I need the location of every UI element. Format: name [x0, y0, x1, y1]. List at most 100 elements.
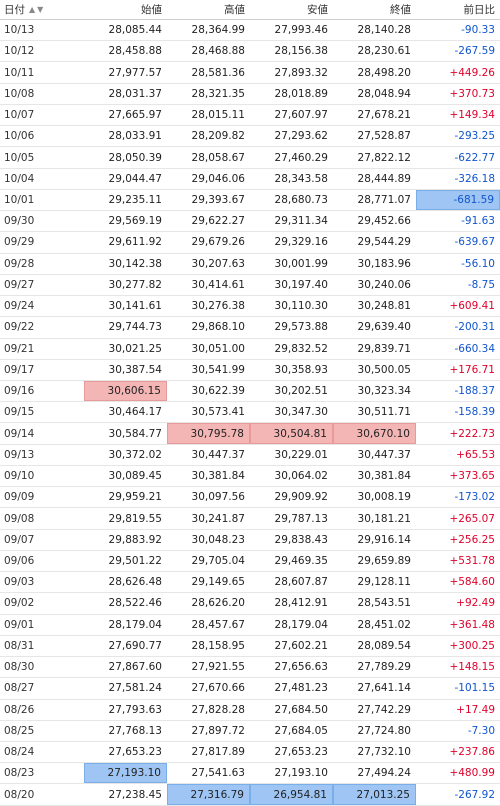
- table-row[interactable]: 09/07 29,883.92 30,048.23 29,838.43 29,916.1…: [0, 530, 500, 551]
- cell-low: 30,358.93: [274, 363, 328, 376]
- table-body: 10/13 28,085.44 28,364.99 27,993.46 28,140.2…: [0, 20, 500, 806]
- table-row[interactable]: 10/11 27,977.57 28,581.36 27,893.32 28,498.2…: [0, 62, 500, 84]
- table-row[interactable]: 09/13 30,372.02 30,447.37 30,229.01 30,447.3…: [0, 445, 500, 466]
- table-row[interactable]: 09/30 29,569.19 29,622.27 29,311.34 29,452.6…: [0, 211, 500, 233]
- table-row[interactable]: 10/12 28,458.88 28,468.88 28,156.38 28,230.6…: [0, 41, 500, 63]
- cell-change: -56.10: [461, 257, 495, 270]
- table-row[interactable]: 08/24 27,653.23 27,817.89 27,653.23 27,732.1…: [0, 742, 500, 764]
- cell-date: 09/16: [4, 385, 35, 398]
- cell-change: -91.63: [461, 215, 495, 228]
- cell-date: 09/09: [4, 491, 35, 504]
- cell-open: 27,653.23: [108, 746, 162, 759]
- table-row[interactable]: 09/09 29,959.21 30,097.56 29,909.92 30,008.1…: [0, 487, 500, 509]
- cell-low: 29,573.88: [274, 321, 328, 334]
- table-row[interactable]: 08/31 27,690.77 28,158.95 27,602.21 28,089.5…: [0, 636, 500, 658]
- column-header-high[interactable]: 高値: [167, 0, 250, 19]
- cell-change: +373.65: [449, 470, 495, 483]
- table-row[interactable]: 08/26 27,793.63 27,828.28 27,684.50 27,742.2…: [0, 700, 500, 721]
- table-row[interactable]: 10/13 28,085.44 28,364.99 27,993.46 28,140.2…: [0, 20, 500, 42]
- table-row[interactable]: 09/17 30,387.54 30,541.99 30,358.93 30,500.0…: [0, 360, 500, 381]
- cell-change: +256.25: [449, 533, 495, 546]
- cell-low: 30,229.01: [274, 448, 328, 461]
- table-row[interactable]: 08/23 27,193.10 27,541.63 27,193.10 27,494.2…: [0, 763, 500, 785]
- cell-change: +265.07: [449, 512, 495, 525]
- cell-high: 29,868.10: [191, 321, 245, 334]
- table-row[interactable]: 09/15 30,464.17 30,573.41 30,347.30 30,511.7…: [0, 402, 500, 424]
- cell-high: 30,048.23: [191, 533, 245, 546]
- cell-date: 09/21: [4, 342, 35, 355]
- cell-close: 28,451.02: [357, 618, 411, 631]
- cell-high: 27,897.72: [191, 724, 245, 737]
- cell-low: 27,993.46: [274, 24, 328, 37]
- table-row[interactable]: 10/07 27,665.97 28,015.11 27,607.97 27,678.2…: [0, 105, 500, 127]
- cell-high: 30,051.00: [191, 342, 245, 355]
- cell-close: 29,452.66: [357, 215, 411, 228]
- table-row[interactable]: 09/03 28,626.48 29,149.65 28,607.87 29,128.1…: [0, 572, 500, 594]
- cell-open: 29,501.22: [108, 554, 162, 567]
- cell-open: 30,387.54: [108, 363, 162, 376]
- cell-date: 09/01: [4, 618, 35, 631]
- table-row[interactable]: 09/10 30,089.45 30,381.84 30,064.02 30,381.8…: [0, 466, 500, 488]
- cell-high: 30,414.61: [191, 278, 245, 291]
- cell-low: 30,504.81: [250, 423, 333, 444]
- cell-open: 28,522.46: [108, 597, 162, 610]
- cell-open: 30,277.82: [108, 278, 162, 291]
- cell-change: -326.18: [454, 172, 495, 185]
- cell-close: 27,732.10: [357, 746, 411, 759]
- table-row[interactable]: 09/27 30,277.82 30,414.61 30,197.40 30,240.0…: [0, 275, 500, 297]
- table-row[interactable]: 09/21 30,021.25 30,051.00 29,832.52 29,839.7…: [0, 339, 500, 360]
- cell-high: 30,622.39: [191, 385, 245, 398]
- table-row[interactable]: 10/01 29,235.11 29,393.67 28,680.73 28,771.0…: [0, 189, 500, 212]
- cell-high: 28,364.99: [191, 24, 245, 37]
- column-header-date[interactable]: 日付 ▲▼: [0, 0, 84, 19]
- column-header-close[interactable]: 終値: [333, 0, 416, 19]
- cell-change: +361.48: [449, 618, 495, 631]
- table-row[interactable]: 09/02 28,522.46 28,626.20 28,412.91 28,543.5…: [0, 593, 500, 615]
- table-row[interactable]: 09/28 30,142.38 30,207.63 30,001.99 30,183.9…: [0, 254, 500, 275]
- cell-date: 08/20: [4, 788, 35, 801]
- cell-high: 27,670.66: [191, 682, 245, 695]
- table-row[interactable]: 08/30 27,867.60 27,921.55 27,656.63 27,789.2…: [0, 657, 500, 679]
- table-row[interactable]: 10/05 28,050.39 28,058.67 27,460.29 27,822.1…: [0, 147, 500, 169]
- table-row[interactable]: 10/04 29,044.47 29,046.06 28,343.58 28,444.8…: [0, 169, 500, 190]
- table-row[interactable]: 09/01 28,179.04 28,457.67 28,179.04 28,451.0…: [0, 615, 500, 636]
- cell-date: 09/24: [4, 300, 35, 313]
- column-header-change[interactable]: 前日比: [416, 0, 500, 19]
- table-row[interactable]: 08/27 27,581.24 27,670.66 27,481.23 27,641.1…: [0, 678, 500, 700]
- table-row[interactable]: 09/08 29,819.55 30,241.87 29,787.13 30,181.2…: [0, 508, 500, 530]
- table-row[interactable]: 10/08 28,031.37 28,321.35 28,018.89 28,048.9…: [0, 84, 500, 105]
- table-row[interactable]: 10/06 28,033.91 28,209.82 27,293.62 27,528.8…: [0, 126, 500, 148]
- cell-low: 27,653.23: [274, 746, 328, 759]
- sort-arrows-icon[interactable]: ▲▼: [29, 5, 45, 14]
- cell-low: 28,412.91: [274, 597, 328, 610]
- cell-close: 28,140.28: [357, 24, 411, 37]
- table-row[interactable]: 09/24 30,141.61 30,276.38 30,110.30 30,248.8…: [0, 296, 500, 318]
- table-row[interactable]: 09/06 29,501.22 29,705.04 29,469.35 29,659.8…: [0, 551, 500, 573]
- cell-high: 27,541.63: [191, 767, 245, 780]
- cell-date: 10/06: [4, 130, 35, 143]
- cell-low: 29,329.16: [274, 236, 328, 249]
- cell-open: 30,089.45: [108, 470, 162, 483]
- cell-low: 30,001.99: [274, 257, 328, 270]
- table-row[interactable]: 09/14 30,584.77 30,795.78 30,504.81 30,670.1…: [0, 423, 500, 445]
- cell-open: 30,142.38: [108, 257, 162, 270]
- cell-close: 30,381.84: [357, 470, 411, 483]
- table-row[interactable]: 09/29 29,611.92 29,679.26 29,329.16 29,544.2…: [0, 232, 500, 254]
- cell-close: 28,498.20: [357, 66, 411, 79]
- cell-low: 29,787.13: [274, 512, 328, 525]
- cell-close: 27,678.21: [357, 109, 411, 122]
- table-row[interactable]: 09/16 30,606.15 30,622.39 30,202.51 30,323.3…: [0, 380, 500, 403]
- cell-close: 30,670.10: [333, 423, 416, 444]
- cell-low: 27,193.10: [274, 767, 328, 780]
- cell-change: +300.25: [449, 639, 495, 652]
- table-row[interactable]: 09/22 29,744.73 29,868.10 29,573.88 29,639.4…: [0, 317, 500, 339]
- column-header-low[interactable]: 安値: [250, 0, 333, 19]
- column-header-open[interactable]: 始値: [84, 0, 167, 19]
- cell-change: -660.34: [454, 342, 495, 355]
- table-row[interactable]: 08/20 27,238.45 27,316.79 26,954.81 27,013.2…: [0, 784, 500, 806]
- cell-date: 10/12: [4, 45, 35, 58]
- table-row[interactable]: 08/25 27,768.13 27,897.72 27,684.05 27,724.8…: [0, 721, 500, 742]
- table-header: 日付 ▲▼ 始値 高値 安値 終値 前日比: [0, 0, 500, 20]
- cell-high: 30,276.38: [191, 300, 245, 313]
- cell-high: 28,321.35: [191, 87, 245, 100]
